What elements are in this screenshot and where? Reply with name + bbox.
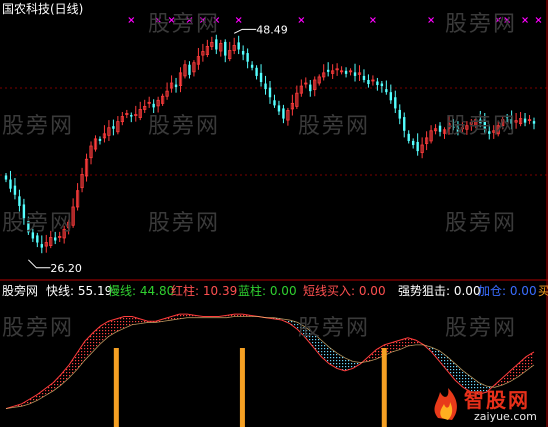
indicator-field-label: 短线买入: (303, 284, 356, 298)
candle-body-down (362, 75, 366, 80)
min-price-label: 26.20 (50, 262, 81, 275)
candle-body-down (98, 138, 102, 141)
indicator-field-label: 红柱: (171, 284, 200, 298)
brand-logo: 智股网 zaiyue.com (428, 382, 548, 427)
max-price-label: 48.49 (256, 23, 288, 36)
candle-body-down (9, 179, 12, 189)
watermark: 股旁网 (298, 114, 371, 139)
candle-body-down (4, 175, 8, 180)
candle-body-down (394, 97, 397, 109)
candle-body-down (255, 67, 258, 76)
candle-body-down (54, 237, 57, 241)
candle-body-down (376, 81, 379, 86)
watermark: 股旁网 (148, 12, 221, 37)
candle-body-down (224, 41, 227, 56)
indicator-field-value: 0.00 (355, 284, 386, 298)
indicator-field-value: 0.00 (266, 284, 297, 298)
watermark: 股旁网 (2, 211, 75, 236)
signal-marker (298, 17, 305, 23)
brand-url: zaiyue.com (474, 410, 537, 423)
candle-body-down (403, 117, 406, 131)
candle-body-down (112, 126, 115, 129)
signal-marker (522, 17, 528, 23)
min-price-pointer (28, 259, 51, 269)
indicator-field-value: 0.00 (506, 284, 537, 298)
candle-body-down (523, 118, 527, 123)
indicator-field: 蓝柱: 0.00 (238, 284, 297, 298)
candle-body-down (380, 83, 384, 87)
candle-body-down (407, 133, 410, 141)
watermark: 股旁网 (148, 211, 221, 236)
buy-signal-bar (381, 348, 387, 427)
chart-title: 国农科技(日线) (2, 2, 84, 16)
watermark: 股旁网 (2, 316, 75, 341)
candle-body-down (152, 103, 155, 108)
candle-body-down (174, 84, 178, 88)
chart-stage: { "title": "国农科技(日线)", "watermarks": ["股… (0, 0, 548, 427)
watermark: 股旁网 (445, 316, 518, 341)
candle-body-down (389, 92, 393, 101)
candle-body-down (398, 109, 401, 119)
indicator-field-label: 快线: (46, 284, 75, 298)
candle-body-down (353, 72, 357, 76)
watermark: 股旁网 (445, 12, 518, 37)
candle-body-down (259, 72, 263, 83)
max-price-pointer (233, 28, 257, 34)
candle-body-down (416, 141, 419, 152)
candle-body-down (326, 69, 330, 72)
candle-body-down (215, 39, 218, 50)
indicator-field: 快线: 55.19 (46, 284, 112, 298)
watermark: 股旁网 (445, 114, 518, 139)
buy-signal-bar (113, 348, 119, 427)
indicator-field-label: 加仓: (478, 284, 507, 298)
indicator-field-value: 55.19 (74, 284, 113, 298)
candle-body-down (438, 125, 442, 132)
candle-body-down (273, 100, 276, 106)
candle-body-down (241, 51, 245, 55)
indicator-field-label: 强势狙击: (398, 284, 451, 298)
watermark: 股旁网 (2, 114, 75, 139)
indicator-field-value: 44.80 (136, 284, 175, 298)
indicator-field: 买 (538, 284, 548, 298)
signal-marker (428, 17, 435, 23)
signal-marker (369, 17, 376, 23)
candle-body-down (264, 83, 267, 90)
signal-marker (128, 17, 135, 23)
indicator-field: 加仓: 0.00 (478, 284, 537, 298)
candle-body-down (411, 140, 415, 145)
brand-name: 智股网 (464, 388, 530, 412)
indicator-name: 股旁网 (2, 284, 39, 298)
indicator-field-label: 买 (538, 284, 548, 298)
indicator-field-value: 0.00 (450, 284, 481, 298)
indicator-field-label: 蓝柱: (238, 284, 267, 298)
buy-signal-bar (239, 348, 245, 427)
indicator-field: 短线买入: 0.00 (303, 284, 386, 298)
candle-body-down (40, 244, 43, 248)
watermark: 股旁网 (445, 211, 518, 236)
candle-body-down (277, 105, 281, 112)
candle-body-down (130, 115, 133, 117)
indicator-field-value: 10.39 (199, 284, 238, 298)
candle-body-down (13, 185, 17, 195)
watermark: 股旁网 (148, 114, 221, 139)
indicator-field-label: 慢线: (108, 284, 137, 298)
watermark: 股旁网 (298, 316, 371, 341)
indicator-field: 红柱: 10.39 (171, 284, 237, 298)
candle-body-down (532, 121, 536, 124)
candle-body-down (309, 84, 312, 92)
candle-body-down (246, 53, 249, 62)
signal-marker (235, 17, 242, 23)
candle-body-down (237, 42, 240, 50)
candle-body-down (344, 70, 348, 74)
candle-body-down (385, 89, 388, 93)
red-column-band (37, 388, 46, 401)
signal-marker (535, 17, 542, 23)
candle-body-down (250, 64, 254, 68)
candle-body-down (188, 64, 191, 75)
indicator-field: 慢线: 44.80 (108, 284, 174, 298)
indicator-field: 强势狙击: 0.00 (398, 284, 481, 298)
candle-body-down (367, 79, 370, 85)
candle-body-down (268, 87, 272, 98)
candle-body-down (282, 108, 285, 119)
